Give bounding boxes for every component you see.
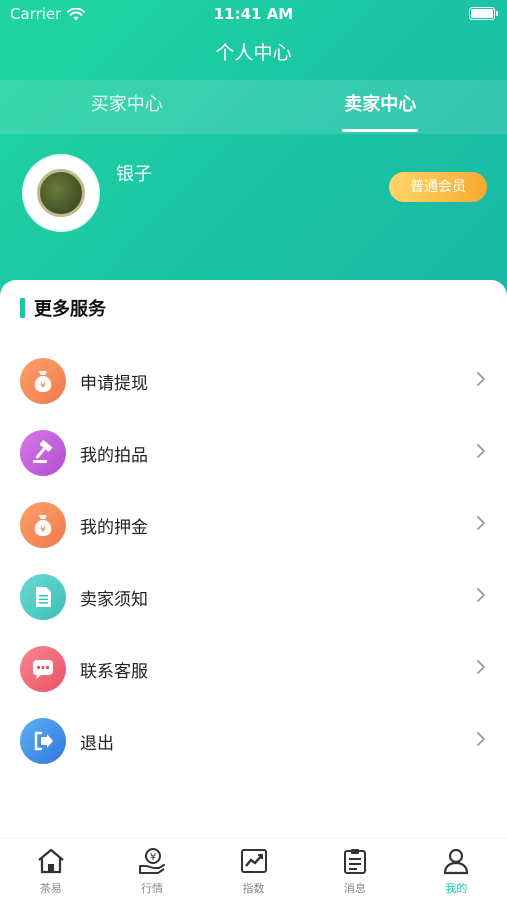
bottom-tab-label: 行情 bbox=[141, 882, 164, 895]
menu-label: 卖家须知 bbox=[80, 590, 148, 610]
menu-item-logout[interactable]: 退出 bbox=[0, 704, 507, 776]
member-level-badge[interactable]: 普通会员 bbox=[389, 172, 487, 202]
center-tabs: 买家中心 卖家中心 bbox=[0, 80, 507, 134]
bottom-tab-label: 我的 bbox=[445, 882, 468, 895]
chevron-right-icon bbox=[477, 588, 486, 602]
menu-item-my-auction-items[interactable]: 我的拍品 bbox=[0, 416, 507, 488]
bottom-tab-messages[interactable]: 消息 bbox=[304, 839, 405, 900]
chevron-right-icon bbox=[477, 732, 486, 746]
services-panel: 更多服务 ¥ 申请提现 我的拍品 ¥ 我的押金 卖家须知 联系客服 退出 bbox=[0, 280, 507, 840]
chevron-right-icon bbox=[477, 660, 486, 674]
menu-item-seller-notice[interactable]: 卖家须知 bbox=[0, 560, 507, 632]
tab-seller-center[interactable]: 卖家中心 bbox=[254, 80, 507, 134]
chevron-right-icon bbox=[477, 444, 486, 458]
bottom-tab-label: 消息 bbox=[343, 882, 366, 895]
menu-label: 申请提现 bbox=[80, 374, 148, 394]
status-bar: Carrier 11:41 AM bbox=[0, 0, 507, 28]
section-title: 更多服务 bbox=[20, 298, 106, 320]
section-title-label: 更多服务 bbox=[34, 299, 106, 320]
tab-label: 卖家中心 bbox=[344, 94, 417, 115]
bottom-tab-mine[interactable]: 我的 bbox=[406, 839, 507, 900]
chevron-right-icon bbox=[477, 516, 486, 530]
money-bag-icon: ¥ bbox=[20, 358, 66, 404]
menu-label: 我的拍品 bbox=[80, 446, 148, 466]
bottom-tab-index[interactable]: 指数 bbox=[203, 839, 304, 900]
home-icon bbox=[37, 848, 64, 874]
bottom-tab-label: 指数 bbox=[242, 882, 265, 895]
svg-text:¥: ¥ bbox=[40, 381, 46, 391]
status-time: 11:41 AM bbox=[213, 5, 294, 23]
avatar[interactable] bbox=[22, 154, 100, 232]
logout-icon bbox=[20, 718, 66, 764]
document-icon bbox=[20, 574, 66, 620]
section-title-marker bbox=[20, 298, 25, 318]
services-menu: ¥ 申请提现 我的拍品 ¥ 我的押金 卖家须知 联系客服 退出 bbox=[0, 344, 507, 776]
menu-label: 联系客服 bbox=[80, 662, 148, 682]
svg-text:¥: ¥ bbox=[40, 525, 46, 535]
username: 银子 bbox=[116, 164, 152, 185]
menu-label: 退出 bbox=[80, 734, 114, 754]
user-profile-icon bbox=[444, 848, 469, 875]
bottom-tab-bar: 茶易 ¥ 行情 指数 消息 我的 bbox=[0, 838, 507, 900]
page-title: 个人中心 bbox=[215, 42, 292, 64]
battery-icon bbox=[469, 7, 498, 20]
bottom-tab-label: 茶易 bbox=[39, 882, 62, 895]
clipboard-message-icon bbox=[343, 849, 366, 874]
tea-cake-avatar-image bbox=[37, 169, 85, 217]
menu-label: 我的押金 bbox=[80, 518, 148, 538]
auction-gavel-icon bbox=[20, 430, 66, 476]
chevron-right-icon bbox=[477, 372, 486, 386]
svg-text:¥: ¥ bbox=[150, 852, 156, 863]
menu-item-my-deposit[interactable]: ¥ 我的押金 bbox=[0, 488, 507, 560]
tab-label: 买家中心 bbox=[90, 94, 163, 115]
bottom-tab-market[interactable]: ¥ 行情 bbox=[101, 839, 202, 900]
tab-buyer-center[interactable]: 买家中心 bbox=[0, 80, 254, 134]
bottom-tab-home[interactable]: 茶易 bbox=[0, 839, 101, 900]
money-bag-icon: ¥ bbox=[20, 502, 66, 548]
profile-card: 银子 普通会员 bbox=[0, 150, 507, 250]
index-chart-icon bbox=[240, 849, 267, 873]
menu-item-contact-service[interactable]: 联系客服 bbox=[0, 632, 507, 704]
price-hand-icon: ¥ bbox=[139, 848, 166, 874]
chat-bubble-icon bbox=[20, 646, 66, 692]
menu-item-withdraw[interactable]: ¥ 申请提现 bbox=[0, 344, 507, 416]
